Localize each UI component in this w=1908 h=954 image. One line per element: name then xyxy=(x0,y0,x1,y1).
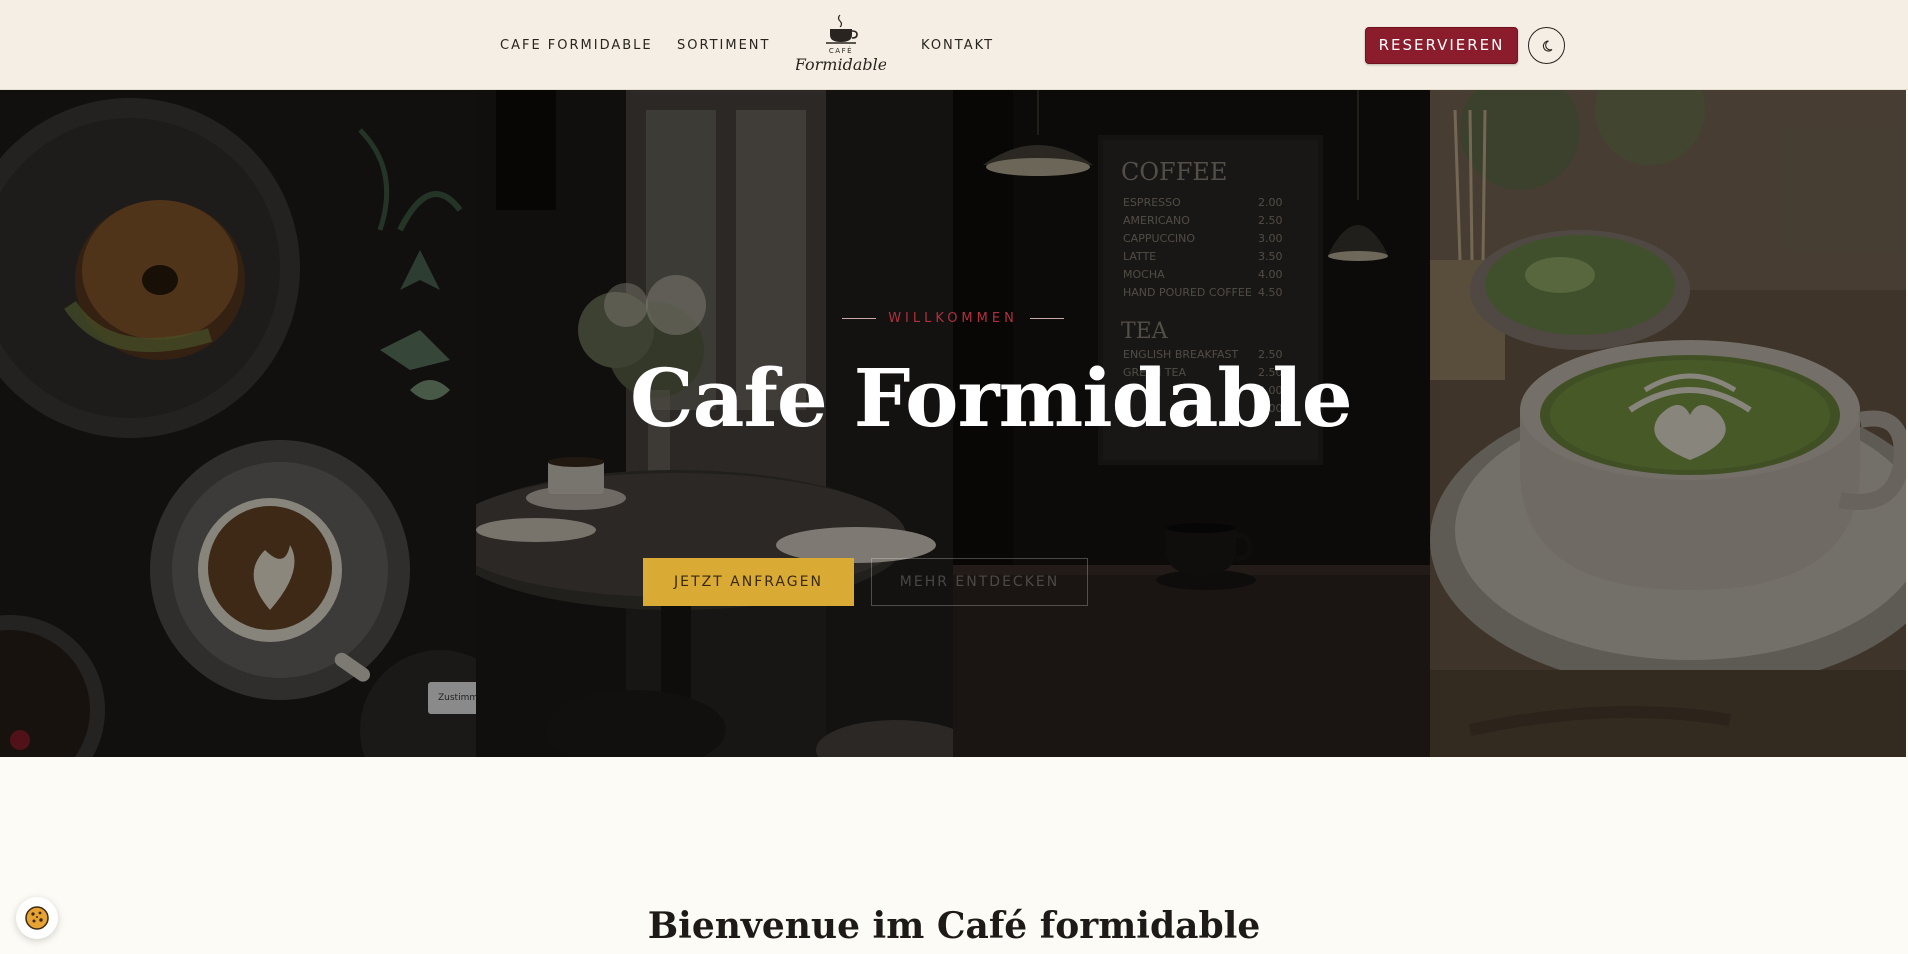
request-now-button[interactable]: JETZT ANFRAGEN xyxy=(643,558,854,606)
menu-board-price: 2.50 xyxy=(1258,214,1283,227)
menu-board-item: HAND POURED COFFEE xyxy=(1123,286,1252,299)
hero-eyebrow-text: WILLKOMMEN xyxy=(888,310,1018,326)
menu-board-item: LATTE xyxy=(1123,250,1156,263)
coffee-cup-logo-icon: CAFÉ Formidable xyxy=(794,14,887,74)
theme-toggle-button[interactable] xyxy=(1528,27,1565,64)
menu-board-price: 2.00 xyxy=(1258,196,1283,209)
discover-more-button[interactable]: MEHR ENTDECKEN xyxy=(871,558,1088,606)
menu-board-heading-tea: TEA xyxy=(1121,319,1169,344)
hero-title: Cafe Formidable xyxy=(630,351,1353,445)
menu-board-item: AMERICANO xyxy=(1123,214,1190,227)
menu-board-price: 3.50 xyxy=(1258,250,1283,263)
menu-board-item: MOCHA xyxy=(1123,268,1165,281)
eyebrow-line-right xyxy=(1029,317,1064,319)
menu-board-price: 4.00 xyxy=(1258,268,1283,281)
moon-icon xyxy=(1542,39,1552,52)
hero-eyebrow: WILLKOMMEN xyxy=(838,308,1068,328)
menu-board-item: CAPPUCCINO xyxy=(1123,232,1195,245)
menu-board-price: 4.50 xyxy=(1258,286,1283,299)
hero-image-bagel-latte xyxy=(0,90,476,757)
cookie-icon xyxy=(25,906,49,930)
logo-script-text: Formidable xyxy=(796,55,886,74)
nav-kontakt[interactable]: KONTAKT xyxy=(921,38,994,53)
site-header: CAFE FORMIDABLE SORTIMENT CAFÉ Formidabl… xyxy=(0,0,1908,90)
menu-board-price: 3.00 xyxy=(1258,232,1283,245)
menu-board-item: ESPRESSO xyxy=(1123,196,1181,209)
nav-cafe-formidable[interactable]: CAFE FORMIDABLE xyxy=(500,38,653,53)
logo-top-text: CAFÉ xyxy=(829,46,853,55)
menu-board-heading-coffee: COFFEE xyxy=(1121,158,1227,186)
site-logo[interactable]: CAFÉ Formidable xyxy=(794,12,887,78)
hero-section: COFFEE ESPRESSO 2.00 AMERICANO 2.50 CAPP… xyxy=(0,90,1906,757)
welcome-heading: Bienvenue im Café formidable xyxy=(647,905,1261,947)
eyebrow-line-left xyxy=(842,317,877,319)
consent-tab[interactable]: Zustimmen xyxy=(428,682,476,714)
hero-image-matcha-latte xyxy=(1430,90,1906,757)
cookie-settings-button[interactable] xyxy=(16,897,58,939)
nav-sortiment[interactable]: SORTIMENT xyxy=(677,38,770,53)
reserve-button[interactable]: RESERVIEREN xyxy=(1365,27,1518,64)
